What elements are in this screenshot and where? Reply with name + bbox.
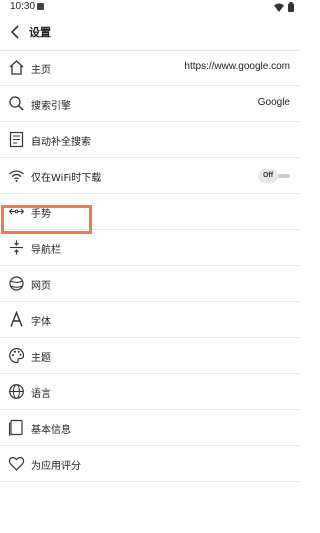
settings-item-webpage[interactable]: 网页 [0, 266, 300, 302]
palette-icon [9, 347, 25, 364]
settings-list: 主页 https://www.google.com 搜索引擎 Google 自动… [0, 50, 300, 482]
toggle-state-text: Off [258, 169, 278, 183]
battery-icon [288, 2, 294, 12]
font-icon [10, 311, 23, 327]
page-title: 设置 [29, 26, 51, 39]
status-time: 10:30 [10, 1, 36, 12]
gesture-arrows-icon [9, 208, 24, 215]
settings-item-search-engine[interactable]: 搜索引擎 Google [0, 86, 300, 122]
status-icons [274, 2, 294, 12]
globe-icon [9, 384, 24, 399]
settings-item-language[interactable]: 语言 [0, 374, 300, 410]
settings-item-label: 仅在WiFi时下载 [31, 173, 102, 184]
home-icon [9, 60, 24, 75]
wifi-download-toggle[interactable]: Off [258, 169, 290, 183]
heart-icon [8, 456, 25, 471]
wifi-status-icon [274, 3, 284, 12]
settings-item-label: 主页 [31, 65, 51, 76]
settings-item-basic-info[interactable]: 基本信息 [0, 410, 300, 446]
settings-item-label: 基本信息 [31, 425, 71, 436]
back-button[interactable] [6, 22, 26, 42]
planet-icon [9, 276, 24, 291]
settings-item-font[interactable]: 字体 [0, 302, 300, 338]
homepage-url-value: https://www.google.com [184, 61, 290, 72]
back-arrow-icon [10, 25, 19, 39]
settings-item-label: 为应用评分 [31, 461, 81, 472]
settings-item-label: 网页 [31, 281, 51, 292]
app-header: 设置 [0, 14, 300, 51]
status-bar: 10:30 [0, 0, 300, 14]
settings-item-theme[interactable]: 主题 [0, 338, 300, 374]
search-icon [9, 96, 24, 111]
settings-item-rate-app[interactable]: 为应用评分 [0, 446, 300, 482]
notification-icon [37, 3, 44, 10]
wifi-icon [9, 170, 24, 182]
settings-item-label: 自动补全搜索 [31, 137, 91, 148]
info-card-icon [8, 419, 23, 436]
settings-item-label: 手势 [31, 209, 51, 220]
search-engine-value: Google [257, 97, 290, 108]
settings-item-label: 导航栏 [31, 245, 61, 256]
settings-item-label: 主题 [31, 353, 51, 364]
document-list-icon [9, 131, 24, 148]
settings-item-label: 搜索引擎 [31, 101, 71, 112]
settings-item-autocomplete[interactable]: 自动补全搜索 [0, 122, 300, 158]
settings-item-homepage[interactable]: 主页 https://www.google.com [0, 50, 300, 86]
settings-item-navigation-bar[interactable]: 导航栏 [0, 230, 300, 266]
settings-item-label: 语言 [31, 389, 51, 400]
settings-item-wifi-download[interactable]: 仅在WiFi时下载 Off [0, 158, 300, 194]
settings-item-gestures[interactable]: 手势 [0, 194, 300, 230]
compress-vertical-icon [10, 240, 23, 255]
settings-item-label: 字体 [31, 317, 51, 328]
